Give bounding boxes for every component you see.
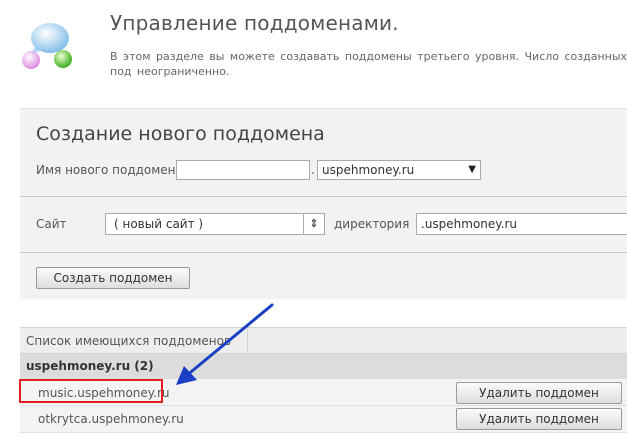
domain-select-value: uspehmoney.ru — [322, 163, 415, 177]
domain-dot: . — [311, 163, 315, 177]
site-select[interactable]: ( новый сайт ) ⇕ — [105, 213, 325, 235]
form-divider-2 — [20, 252, 627, 253]
create-subdomain-button[interactable]: Создать поддомен — [36, 267, 190, 289]
delete-subdomain-button[interactable]: Удалить поддомен — [456, 408, 622, 430]
page-description: В этом разделе вы можете создавать поддо… — [110, 50, 627, 78]
logo-icon — [22, 18, 84, 74]
delete-subdomain-button[interactable]: Удалить поддомен — [456, 382, 622, 404]
site-label: Сайт — [36, 217, 67, 231]
list-header-separator — [247, 327, 248, 354]
subdomain-name-label: Имя нового поддомена — [36, 163, 183, 177]
directory-label: директория — [334, 217, 410, 231]
domain-group-row: uspehmoney.ru (2) — [20, 354, 627, 379]
subdomain-name-input[interactable] — [176, 160, 310, 180]
triangle-down-icon: ▼ — [468, 164, 476, 175]
create-subdomain-title: Создание нового поддомена — [36, 123, 325, 145]
form-divider — [20, 196, 627, 197]
subdomain-list-header: Список имеющихся поддоменов — [20, 327, 627, 354]
site-select-value: ( новый сайт ) — [114, 217, 204, 231]
domain-select[interactable]: uspehmoney.ru ▼ — [317, 160, 481, 180]
subdomain-name: otkrytca.uspehmoney.ru — [38, 412, 184, 426]
double-arrow-icon: ⇕ — [303, 214, 324, 234]
directory-input[interactable] — [416, 213, 627, 235]
highlight-box — [19, 379, 163, 403]
page-title: Управление поддоменами. — [110, 11, 399, 35]
